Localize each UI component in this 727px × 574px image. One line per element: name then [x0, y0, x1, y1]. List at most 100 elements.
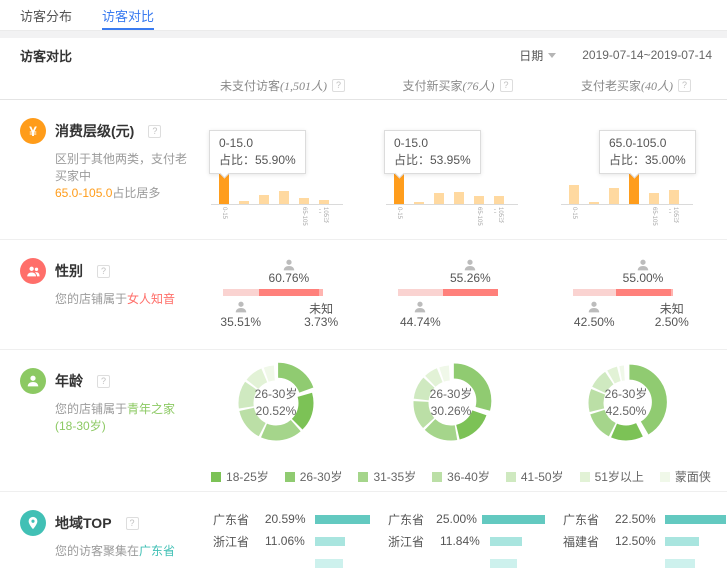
- legend-swatch: [580, 472, 590, 482]
- axis-ticks: 0-1565-105105以上: [569, 207, 679, 227]
- bar-chart: 0-1565-105105以上0-15.0占比：53.95%: [384, 114, 534, 230]
- gender-segment-male[interactable]: [573, 289, 616, 296]
- tab-visitor-distribution[interactable]: 访客分布: [20, 0, 72, 30]
- tick-slot: 65-105: [299, 207, 309, 227]
- tick-slot: 0-15: [394, 207, 404, 227]
- chart-tooltip: 65.0-105.0占比：35.00%: [599, 130, 696, 174]
- gender-segment-female[interactable]: [443, 289, 498, 296]
- legend-item[interactable]: 36-40岁: [432, 462, 490, 491]
- date-dropdown-label: 日期: [519, 47, 543, 64]
- axis-tick-label: 0-15: [570, 207, 578, 227]
- male-percent: 42.50%: [574, 315, 615, 329]
- region-row: 广东省20.59%: [213, 508, 370, 530]
- region-title: 地域TOP: [55, 513, 112, 533]
- region-bar: [665, 537, 699, 546]
- gender-segment-male[interactable]: [398, 289, 443, 296]
- axis-ticks: 0-1565-105105以上: [394, 207, 504, 227]
- desc-highlight: 广东省: [139, 544, 175, 558]
- help-icon[interactable]: ?: [500, 79, 513, 92]
- visitor-compare-panel: 访客对比 日期 2019-07-14~2019-07-14 未支付访客(1,50…: [0, 38, 727, 556]
- bar[interactable]: [434, 193, 444, 204]
- column-name: 支付老买家: [581, 77, 641, 94]
- male-percent: 44.74%: [400, 315, 441, 329]
- consumption-bar-chart-unpaid: 0-1565-105105以上0-15.0占比：55.90%: [195, 100, 370, 239]
- desc-text: 您的店铺属于: [55, 402, 127, 416]
- tooltip-value: 占比：35.00%: [609, 152, 686, 169]
- region-label-cell: 地域TOP ? 您的访客聚集在广东省: [0, 492, 195, 574]
- tooltip-value: 占比：53.95%: [394, 152, 471, 169]
- age-donut-chart: 26-30岁30.26%: [408, 360, 494, 446]
- people-icon: [20, 258, 46, 284]
- tick-slot: [434, 207, 444, 227]
- region-percent: 11.06%: [265, 534, 315, 548]
- help-icon[interactable]: ?: [126, 517, 139, 530]
- legend-swatch: [285, 472, 295, 482]
- column-count: (40人): [641, 77, 673, 94]
- gender-stacked-bar: [223, 289, 324, 296]
- help-icon[interactable]: ?: [97, 375, 110, 388]
- legend-item[interactable]: 蒙面侠: [660, 462, 711, 491]
- gender-title: 性别: [55, 261, 83, 281]
- legend-item[interactable]: 41-50岁: [506, 462, 564, 491]
- unknown-percent: 3.73%: [304, 315, 338, 329]
- tick-slot: [239, 207, 249, 227]
- column-header-new-buyers: 支付新买家(76人) ?: [370, 77, 545, 94]
- gender-segment-female[interactable]: [616, 289, 671, 296]
- column-header-old-buyers: 支付老买家(40人) ?: [545, 77, 727, 94]
- region-name: 浙江省: [388, 533, 440, 550]
- axis-tick-label: 0-15: [220, 207, 228, 227]
- column-count: (76人): [463, 77, 495, 94]
- gender-chart: 60.76%35.51%未知3.73%: [203, 256, 378, 336]
- bar[interactable]: [474, 196, 484, 204]
- legend-item[interactable]: 51岁以上: [580, 462, 644, 491]
- tick-slot: [609, 207, 619, 227]
- date-range-value[interactable]: 2019-07-14~2019-07-14: [582, 48, 712, 62]
- region-bar: [490, 559, 517, 568]
- axis-ticks: 0-1565-105105以上: [219, 207, 329, 227]
- help-icon[interactable]: ?: [148, 125, 161, 138]
- tick-slot: [279, 207, 289, 227]
- desc-highlight: 女人知音: [127, 292, 175, 306]
- legend-swatch: [358, 472, 368, 482]
- chart-tooltip: 0-15.0占比：53.95%: [384, 130, 481, 174]
- tick-slot: 0-15: [219, 207, 229, 227]
- legend-item[interactable]: 31-35岁: [358, 462, 416, 491]
- female-icon: [463, 258, 477, 272]
- gender-segment-unknown[interactable]: [671, 289, 674, 296]
- legend-label: 51岁以上: [595, 468, 644, 485]
- region-list-old: 广东省22.50%福建省12.50%: [545, 492, 727, 574]
- tick-slot: [259, 207, 269, 227]
- region-bar: [665, 515, 726, 524]
- legend-item[interactable]: 18-25岁: [211, 462, 269, 491]
- region-name: 广东省: [388, 511, 436, 528]
- region-row: 福建省12.50%: [563, 530, 727, 552]
- bar[interactable]: [669, 190, 679, 204]
- gender-segment-female[interactable]: [259, 289, 320, 296]
- bar[interactable]: [494, 196, 504, 205]
- help-icon[interactable]: ?: [678, 79, 691, 92]
- tab-visitor-compare[interactable]: 访客对比: [102, 0, 154, 30]
- region-bar: [315, 537, 345, 546]
- help-icon[interactable]: ?: [97, 265, 110, 278]
- gender-chart-new: 55.26% 44.74%: [370, 240, 545, 349]
- gender-segment-unknown[interactable]: [319, 289, 323, 296]
- bar[interactable]: [609, 188, 619, 204]
- consumption-label-cell: ¥ 消费层级(元) ? 区别于其他两类，支付老买家中65.0-105.0占比居多: [0, 100, 195, 239]
- bar[interactable]: [259, 195, 269, 204]
- date-dropdown[interactable]: 日期: [519, 47, 556, 64]
- tooltip-value: 占比：55.90%: [219, 152, 296, 169]
- female-percent: 55.26%: [450, 271, 491, 285]
- help-icon[interactable]: ?: [332, 79, 345, 92]
- bar[interactable]: [569, 185, 579, 204]
- tick-slot: 65-105: [474, 207, 484, 227]
- divider-band: [0, 31, 727, 38]
- gender-segment-male[interactable]: [223, 289, 259, 296]
- tick-slot: [589, 207, 599, 227]
- tooltip-title: 0-15.0: [219, 135, 296, 152]
- axis-tick-label: 65-105: [300, 207, 308, 227]
- bar[interactable]: [649, 193, 659, 204]
- legend-item[interactable]: 26-30岁: [285, 462, 343, 491]
- bar[interactable]: [279, 191, 289, 204]
- region-percent: 20.59%: [265, 512, 315, 526]
- bar[interactable]: [454, 192, 464, 204]
